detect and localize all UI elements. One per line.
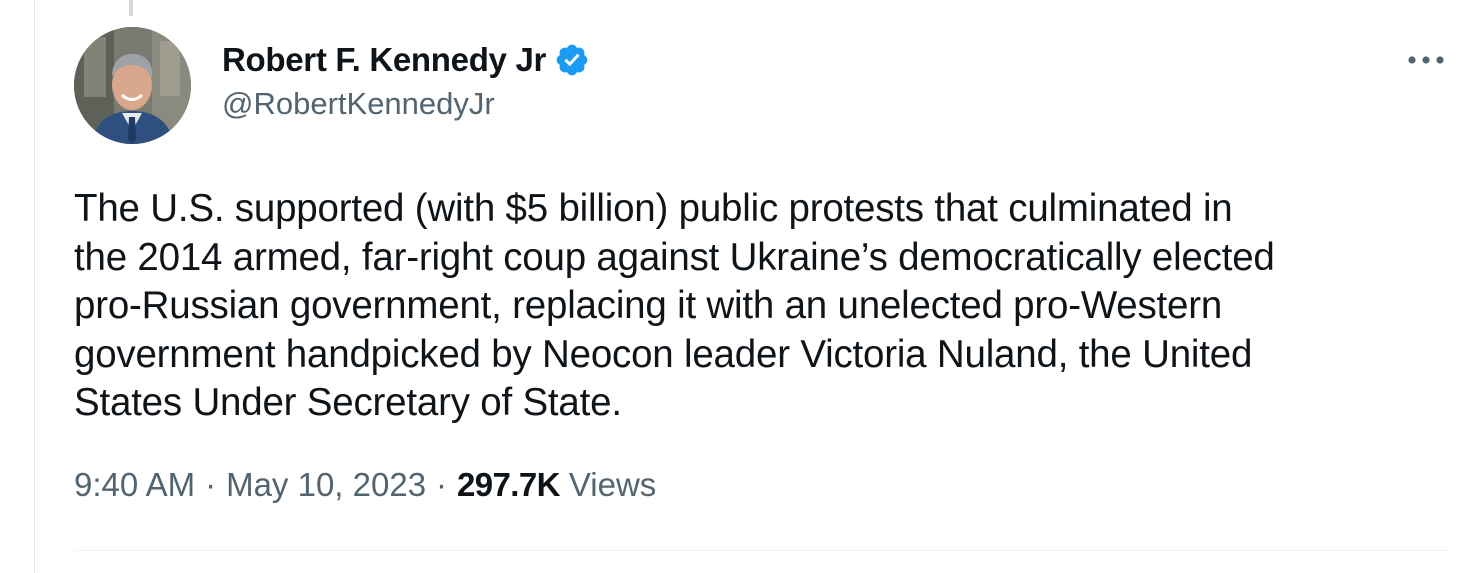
tweet-text-line: the 2014 armed, far-right coup against U… bbox=[74, 235, 1275, 279]
thread-connector-line bbox=[129, 0, 133, 16]
tweet-text-line: The U.S. supported (with $5 billion) pub… bbox=[74, 187, 1233, 230]
author-name-row[interactable]: Robert F. Kennedy Jr bbox=[222, 38, 590, 82]
verified-badge-icon[interactable] bbox=[554, 42, 590, 78]
author-display-name[interactable]: Robert F. Kennedy Jr bbox=[222, 41, 546, 79]
views-count[interactable]: 297.7K bbox=[457, 466, 560, 504]
tweet-time[interactable]: 9:40 AM bbox=[74, 466, 195, 504]
avatar[interactable] bbox=[74, 27, 191, 144]
tweet-text-line: pro-Russian government, replacing it wit… bbox=[74, 284, 1223, 327]
more-options-button[interactable] bbox=[1398, 42, 1454, 78]
more-horizontal-icon bbox=[1408, 56, 1444, 64]
timeline-border bbox=[34, 0, 35, 573]
views-label[interactable]: Views bbox=[569, 466, 656, 504]
meta-separator: · bbox=[205, 466, 217, 503]
tweet-metadata: 9:40 AM · May 10, 2023 · 297.7K Views bbox=[74, 466, 656, 504]
tweet-text-line: government handpicked by Neocon leader V… bbox=[74, 332, 1253, 376]
author-handle[interactable]: @RobertKennedyJr bbox=[222, 86, 495, 122]
tweet-date[interactable]: May 10, 2023 bbox=[226, 466, 426, 504]
avatar-photo bbox=[74, 27, 191, 144]
divider bbox=[74, 550, 1450, 551]
tweet-text: The U.S. supported (with $5 billion) pub… bbox=[74, 185, 1454, 428]
tweet-text-line: States Under Secretary of State. bbox=[74, 381, 622, 424]
meta-separator: · bbox=[436, 466, 448, 503]
